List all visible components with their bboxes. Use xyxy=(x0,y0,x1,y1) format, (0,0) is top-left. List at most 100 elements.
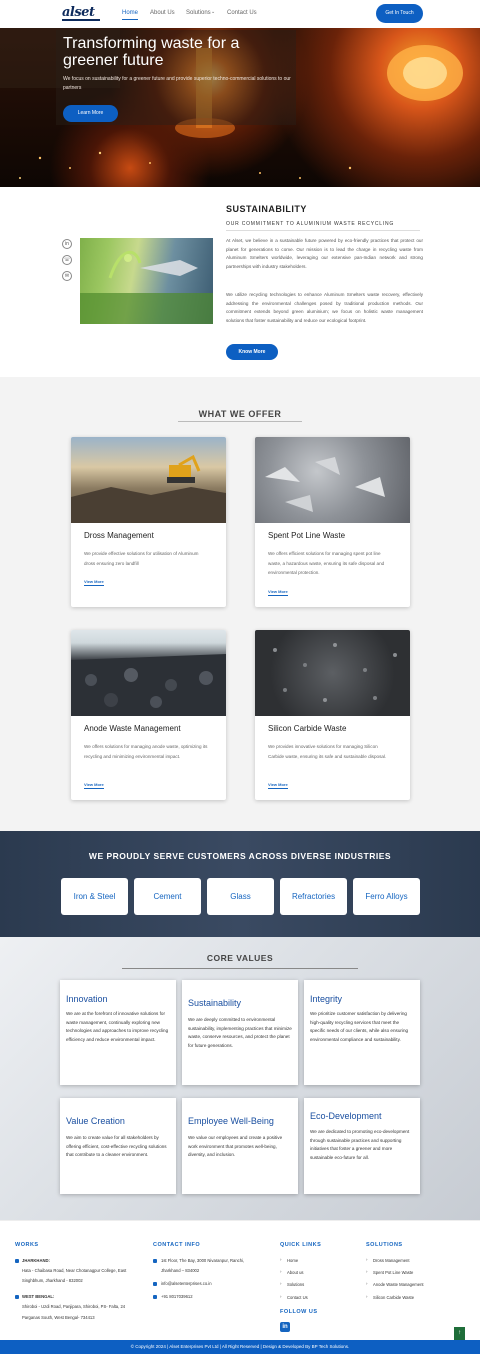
linkedin-icon[interactable]: in xyxy=(280,1322,290,1332)
core-value-title: Innovation xyxy=(66,994,108,1004)
hero-title: Transforming waste for a greener future xyxy=(63,35,240,69)
linkedin-icon[interactable]: in xyxy=(62,239,72,249)
footer-works-heading: WORKS xyxy=(15,1242,39,1248)
core-value-card: Integrity We prioritize customer satisfa… xyxy=(304,980,420,1085)
offer-card-anode-waste: Anode Waste Management We offers solutio… xyxy=(71,630,226,800)
anode-waste-image xyxy=(71,630,226,716)
chevron-right-icon: › xyxy=(280,1294,282,1299)
industries-heading: WE PROUDLY SERVE CUSTOMERS ACROSS DIVERS… xyxy=(88,851,392,861)
mail-icon[interactable]: ✉ xyxy=(62,271,72,281)
core-value-card: Innovation We are at the forefront of in… xyxy=(60,980,176,1085)
logo-underline xyxy=(62,19,100,21)
nav-home[interactable]: Home xyxy=(122,10,138,16)
nav-about[interactable]: About Us xyxy=(150,10,175,16)
industry-ferro-alloys[interactable]: Ferro Alloys xyxy=(353,878,420,915)
offer-heading: WHAT WE OFFER xyxy=(198,409,282,419)
card-title: Anode Waste Management xyxy=(84,724,181,733)
footer-follow-heading: FOLLOW US xyxy=(280,1309,318,1315)
industry-refractories[interactable]: Refractories xyxy=(280,878,347,915)
core-value-card: Eco-Development We are dedicated to prom… xyxy=(304,1098,420,1194)
divider xyxy=(226,230,420,231)
core-value-description: We are dedicated to promoting eco-develo… xyxy=(310,1129,410,1160)
chevron-right-icon: › xyxy=(366,1281,368,1286)
solution-link-spent-pot[interactable]: Spent Pot Line Waste xyxy=(373,1269,413,1277)
core-value-card: Employee Well-Being We value our employe… xyxy=(182,1098,298,1194)
offer-card-spent-pot-line: Spent Pot Line Waste We offers efficient… xyxy=(255,437,410,607)
core-value-description: We aim to create value for all stakehold… xyxy=(66,1135,167,1158)
alset-logo[interactable]: alset xyxy=(62,5,95,20)
core-value-description: We value our employees and create a posi… xyxy=(188,1135,283,1158)
know-more-button[interactable]: Know More xyxy=(226,344,278,360)
contact-email[interactable]: info@alsetenterprises.co.in xyxy=(161,1280,212,1288)
sustainability-subheading: OUR COMMITMENT TO ALUMINIUM WASTE RECYCL… xyxy=(226,221,395,227)
industry-glass[interactable]: Glass xyxy=(207,878,274,915)
view-more-link[interactable]: View More xyxy=(268,589,288,596)
solution-link-dross[interactable]: Dross Management xyxy=(373,1257,410,1265)
location-icon xyxy=(153,1259,157,1263)
industry-iron-steel[interactable]: Iron & Steel xyxy=(61,878,128,915)
industry-cement[interactable]: Cement xyxy=(134,878,201,915)
footer-solutions-heading: SOLUTIONS xyxy=(366,1242,403,1248)
phone-icon[interactable]: ☏ xyxy=(62,255,72,265)
phone-icon xyxy=(153,1295,157,1299)
top-navbar: alset Home About Us Solutions ⌄ Contact … xyxy=(0,0,480,28)
core-value-card: Sustainability We are deeply committed t… xyxy=(182,980,298,1085)
quick-link-home[interactable]: Home xyxy=(287,1257,298,1265)
contact-address-line: 1st Floor, The Bay, 3000 Nivaranpur, Ran… xyxy=(161,1258,245,1263)
core-value-title: Eco-Development xyxy=(310,1111,382,1121)
contact-phone[interactable]: +91 8017039612 xyxy=(161,1293,193,1301)
quick-link-about[interactable]: About us xyxy=(287,1269,304,1277)
card-title: Dross Management xyxy=(84,531,154,540)
solution-link-anode[interactable]: Anode Waste Management xyxy=(373,1281,424,1289)
solution-link-silicon[interactable]: Silicon Carbide Waste xyxy=(373,1294,414,1302)
sustainability-paragraph-2: We utilize recycling technologies to enh… xyxy=(226,292,423,323)
quick-link-contact[interactable]: Contact Us xyxy=(287,1294,308,1302)
offer-card-dross: Dross Management We provide effective so… xyxy=(71,437,226,607)
view-more-link[interactable]: View More xyxy=(84,579,104,586)
divider xyxy=(122,968,358,969)
sustainability-paragraph-1: At Alset, we believe in a sustainable fu… xyxy=(226,238,423,269)
chevron-right-icon: › xyxy=(280,1281,282,1286)
location-icon xyxy=(15,1259,19,1263)
dross-image xyxy=(71,437,226,523)
hero-subtitle: We focus on sustainability for a greener… xyxy=(63,76,291,91)
spent-pot-line-image xyxy=(255,437,410,523)
excavator-illustration xyxy=(71,454,226,523)
chevron-right-icon: › xyxy=(280,1269,282,1274)
learn-more-button[interactable]: Learn More xyxy=(63,105,118,122)
nav-solutions[interactable]: Solutions xyxy=(186,10,211,16)
works-address-line: Shiroboi - Uzdi Road, Panjipara, Shirobo… xyxy=(22,1304,126,1309)
quick-link-solutions[interactable]: Solutions xyxy=(287,1281,304,1289)
chevron-right-icon: › xyxy=(366,1257,368,1262)
works-location-label: JHARKHAND: xyxy=(22,1258,50,1263)
nav-active-indicator xyxy=(122,19,138,20)
nav-contact[interactable]: Contact Us xyxy=(227,10,257,16)
works-address-line: Hata - Chaibasa Road, Near Chotanagpur C… xyxy=(22,1268,127,1273)
card-description: We offers efficient solutions for managi… xyxy=(268,551,385,575)
core-values-heading: CORE VALUES xyxy=(206,953,274,963)
granule-texture xyxy=(273,643,397,702)
footer-contact-heading: CONTACT INFO xyxy=(153,1242,201,1248)
core-value-title: Value Creation xyxy=(66,1116,125,1126)
card-description: We provides innovative solutions for man… xyxy=(268,744,387,759)
card-description: We provide effective solutions for utili… xyxy=(84,551,199,566)
view-more-link[interactable]: View More xyxy=(84,782,104,789)
chevron-right-icon: › xyxy=(366,1269,368,1274)
core-value-description: We prioritize customer satisfaction by d… xyxy=(310,1011,409,1042)
back-to-top-icon[interactable]: ↑ xyxy=(454,1327,465,1340)
works-address-line: Singhbhum, Jharkhand - 832002 xyxy=(22,1278,83,1283)
contact-address-line: Jharkhand – 834002 xyxy=(161,1268,200,1273)
chevron-right-icon: › xyxy=(366,1294,368,1299)
works-location-label: WEST BENGAL: xyxy=(22,1294,55,1299)
core-value-description: We are deeply committed to environmental… xyxy=(188,1017,292,1048)
copyright-bar: © Copyright 2024 | Alset Enterprises Pvt… xyxy=(0,1340,480,1354)
divider xyxy=(178,421,302,422)
get-in-touch-button[interactable]: Get In Touch xyxy=(376,4,423,23)
core-value-card: Value Creation We aim to create value fo… xyxy=(60,1098,176,1194)
view-more-link[interactable]: View More xyxy=(268,782,288,789)
core-value-title: Sustainability xyxy=(188,998,242,1008)
mail-icon xyxy=(153,1282,157,1286)
robot-hand-plant-image xyxy=(80,238,213,324)
works-address-line: Parganas South, West Bengal- 734413 xyxy=(22,1315,95,1320)
core-value-title: Integrity xyxy=(310,994,343,1004)
